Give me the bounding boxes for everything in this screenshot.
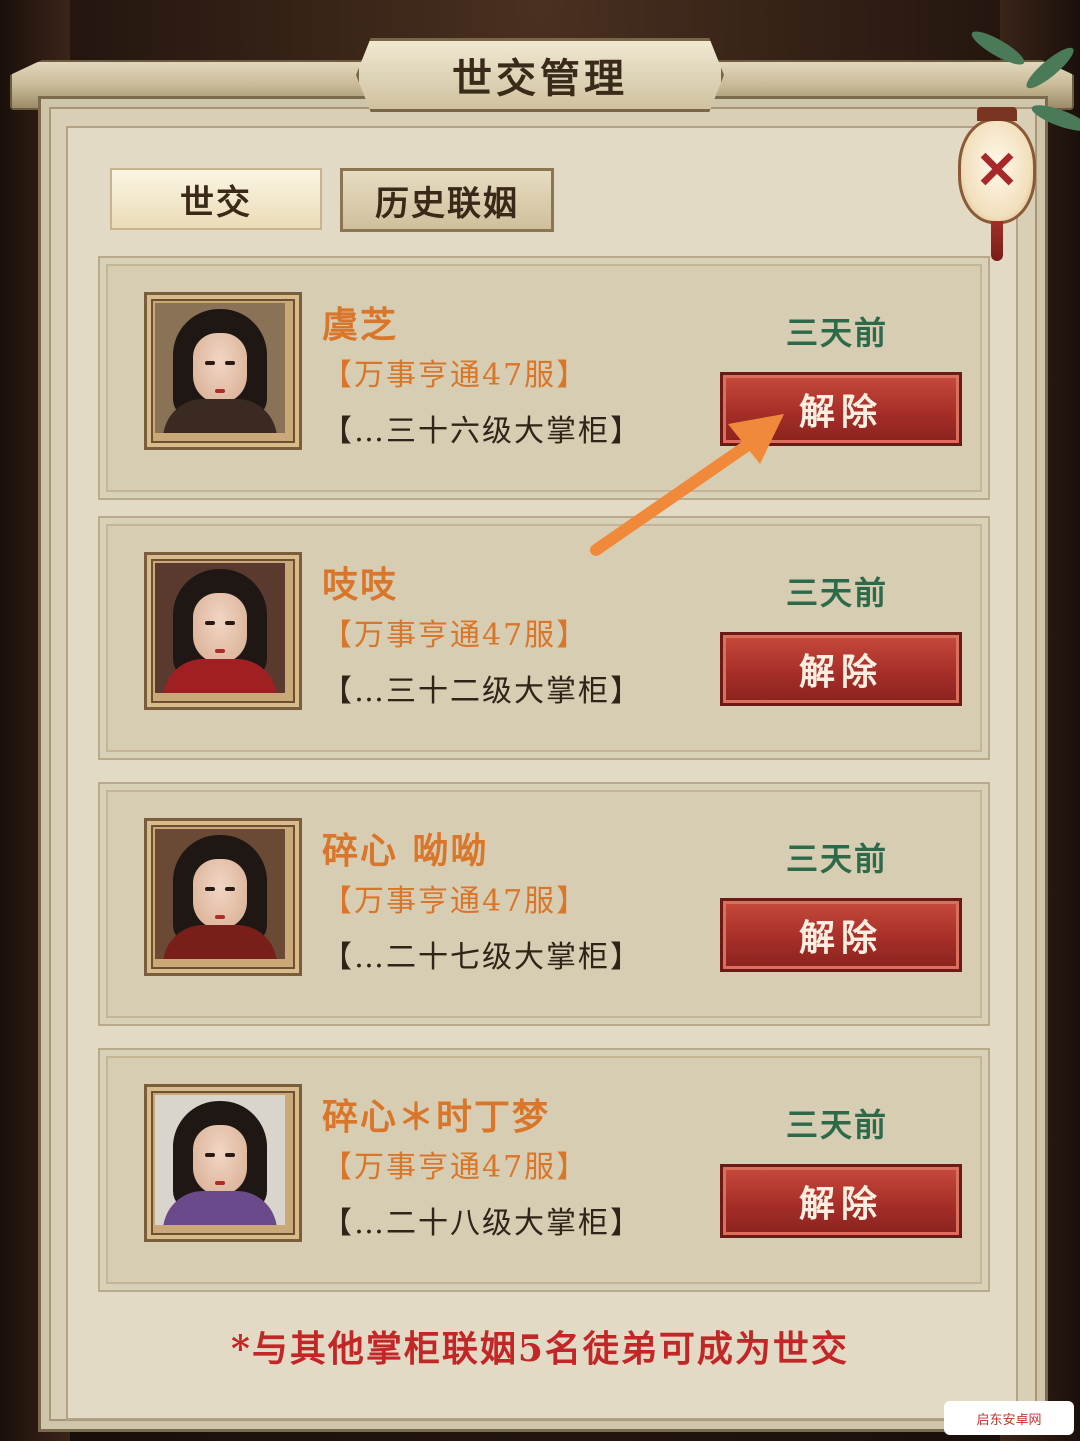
avatar (155, 1095, 285, 1225)
relation-time: 三天前 (786, 1106, 889, 1144)
avatar-frame (144, 818, 302, 976)
player-server: 【万事亨通47服】 (322, 618, 589, 653)
avatar-eye (225, 887, 235, 891)
avatar-lip (215, 1181, 225, 1185)
tab-history-marriage[interactable]: 历史联姻 (340, 168, 554, 232)
player-name: 吱吱 (322, 564, 399, 606)
avatar-eye (205, 361, 215, 365)
arrow-pointer-icon (590, 414, 784, 556)
player-name: 碎心 呦呦 (322, 830, 489, 872)
player-rank: 【…二十七级大掌柜】 (322, 940, 642, 975)
player-server: 【万事亨通47服】 (322, 884, 589, 919)
avatar-lip (215, 915, 225, 919)
remove-button[interactable]: 解除 (720, 632, 962, 706)
avatar-eye (225, 621, 235, 625)
player-rank: 【…三十二级大掌柜】 (322, 674, 642, 709)
page-title: 世交管理 (452, 55, 628, 102)
player-rank: 【…二十八级大掌柜】 (322, 1206, 642, 1241)
close-button[interactable]: ✕ (958, 107, 1036, 261)
avatar-eye (205, 1153, 215, 1157)
relation-time: 三天前 (786, 840, 889, 878)
watermark: 启东安卓网 (944, 1401, 1074, 1435)
avatar-eye (225, 361, 235, 365)
player-name: 碎心＊时丁梦 (322, 1096, 551, 1138)
relation-time: 三天前 (786, 314, 889, 352)
list-item: 碎心 呦呦 【万事亨通47服】 【…二十七级大掌柜】 三天前 解除 (98, 782, 990, 1026)
list-item: 虞芝 【万事亨通47服】 【…三十六级大掌柜】 三天前 解除 (98, 256, 990, 500)
close-icon: ✕ (975, 140, 1019, 201)
remove-button[interactable]: 解除 (720, 1164, 962, 1238)
avatar (155, 303, 285, 433)
avatar-frame (144, 552, 302, 710)
avatar-lip (215, 649, 225, 653)
player-name: 虞芝 (322, 304, 399, 346)
avatar-eye (205, 621, 215, 625)
avatar-eye (225, 1153, 235, 1157)
list-item: 吱吱 【万事亨通47服】 【…三十二级大掌柜】 三天前 解除 (98, 516, 990, 760)
remove-button[interactable]: 解除 (720, 898, 962, 972)
tab-shijiao[interactable]: 世交 (110, 168, 322, 230)
relation-time: 三天前 (786, 574, 889, 612)
list-item: 碎心＊时丁梦 【万事亨通47服】 【…二十八级大掌柜】 三天前 解除 (98, 1048, 990, 1292)
lantern-cap (977, 107, 1017, 121)
avatar-eye (205, 887, 215, 891)
player-server: 【万事亨通47服】 (322, 358, 589, 393)
lantern-tassel (991, 221, 1003, 261)
avatar-frame (144, 292, 302, 450)
avatar (155, 563, 285, 693)
title-plate: 世交管理 (356, 38, 724, 112)
avatar (155, 829, 285, 959)
footer-note: *与其他掌柜联姻5名徒弟可成为世交 (231, 1328, 849, 1370)
avatar-frame (144, 1084, 302, 1242)
avatar-lip (215, 389, 225, 393)
player-server: 【万事亨通47服】 (322, 1150, 589, 1185)
